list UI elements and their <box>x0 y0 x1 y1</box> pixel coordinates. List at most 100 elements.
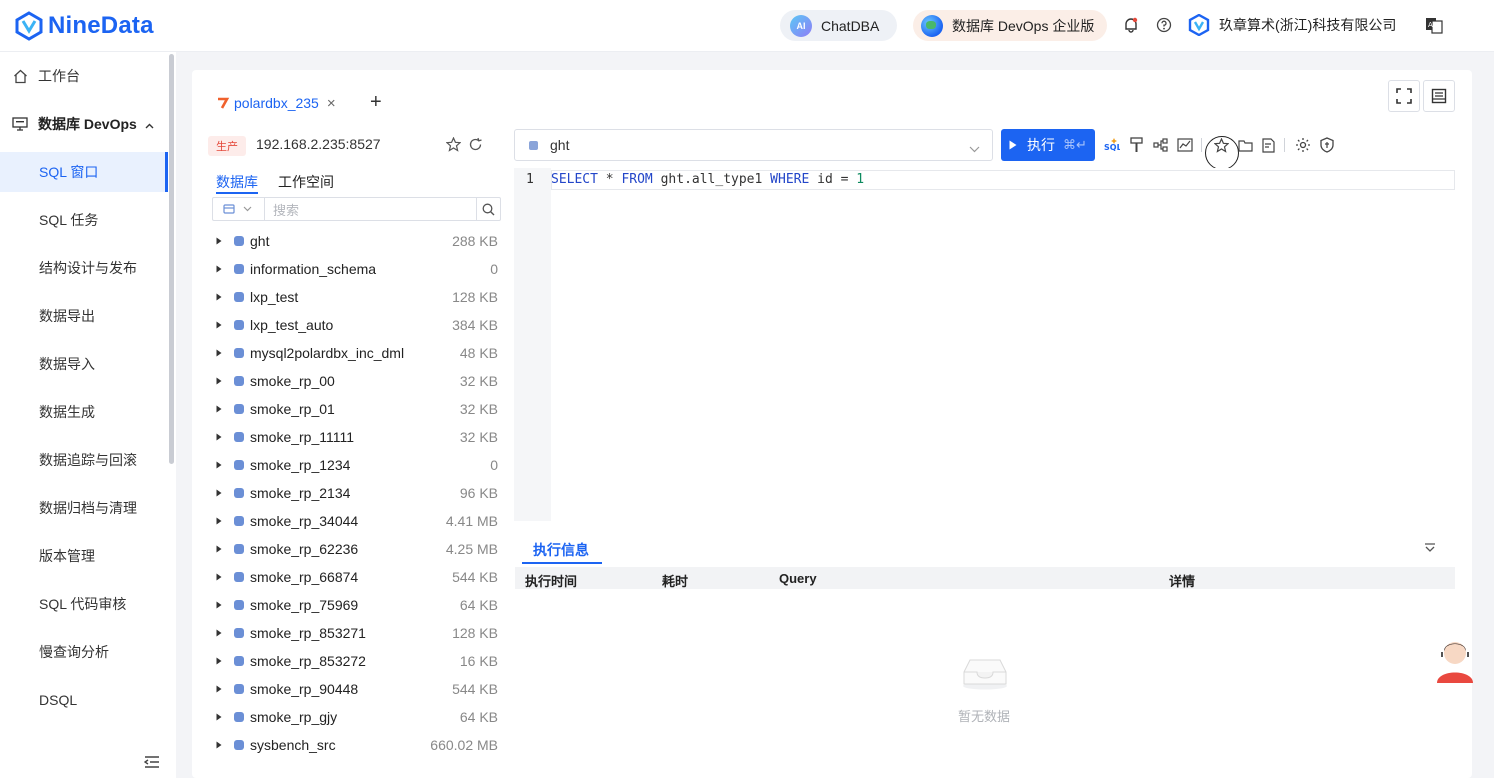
database-row[interactable]: lxp_test_auto 384 KB <box>208 311 502 339</box>
nav-data-archive[interactable]: 数据归档与清理 <box>0 488 168 528</box>
sql-code-line[interactable]: SELECT * FROM ght.all_type1 WHERE id = 1 <box>551 172 864 187</box>
database-row[interactable]: smoke_rp_62236 4.25 MB <box>208 535 502 563</box>
nav-slow-query[interactable]: 慢查询分析 <box>0 632 168 672</box>
sql-editor[interactable] <box>514 168 1455 521</box>
nav-data-export[interactable]: 数据导出 <box>0 296 168 336</box>
chart-icon[interactable] <box>1177 137 1193 153</box>
nav-workbench[interactable]: 工作台 <box>0 56 168 96</box>
database-name: smoke_rp_90448 <box>250 681 359 697</box>
expand-caret-icon[interactable] <box>216 377 224 385</box>
tab-workspace[interactable]: 工作空间 <box>278 172 334 192</box>
brand-logo[interactable]: NineData <box>14 10 154 42</box>
expand-caret-icon[interactable] <box>216 741 224 749</box>
expand-caret-icon[interactable] <box>216 433 224 441</box>
add-tab-button[interactable]: + <box>370 92 386 112</box>
database-size: 96 KB <box>459 485 498 501</box>
nav-data-tracking[interactable]: 数据追踪与回滚 <box>0 440 168 480</box>
expand-caret-icon[interactable] <box>216 321 224 329</box>
expand-caret-icon[interactable] <box>216 461 224 469</box>
nav-item-label: 结构设计与发布 <box>39 260 137 276</box>
tab-databases[interactable]: 数据库 <box>216 172 258 192</box>
close-tab-icon[interactable]: × <box>327 95 336 112</box>
fullscreen-icon <box>1396 88 1412 104</box>
database-row[interactable]: ght 288 KB <box>208 227 502 255</box>
support-avatar-icon[interactable] <box>1435 637 1475 683</box>
database-row[interactable]: smoke_rp_00 32 KB <box>208 367 502 395</box>
file-icon[interactable] <box>1260 137 1276 153</box>
execute-button[interactable]: 执行 ⌘↵ <box>1001 129 1095 161</box>
execute-shortcut: ⌘↵ <box>1063 137 1087 152</box>
devops-edition-button[interactable]: 数据库 DevOps 企业版 <box>913 10 1107 41</box>
expand-caret-icon[interactable] <box>216 629 224 637</box>
nav-sql-review[interactable]: SQL 代码审核 <box>0 584 168 624</box>
nav-data-generation[interactable]: 数据生成 <box>0 392 168 432</box>
refresh-icon[interactable] <box>468 137 484 153</box>
nav-dsql[interactable]: DSQL <box>0 680 168 720</box>
bell-icon[interactable] <box>1122 16 1140 34</box>
expand-caret-icon[interactable] <box>216 293 224 301</box>
nav-workbench-label: 工作台 <box>38 68 80 84</box>
database-row[interactable]: smoke_rp_75969 64 KB <box>208 591 502 619</box>
expand-caret-icon[interactable] <box>216 517 224 525</box>
expand-caret-icon[interactable] <box>216 237 224 245</box>
database-size: 660.02 MB <box>430 737 498 753</box>
collapse-results-icon[interactable] <box>1424 540 1436 552</box>
tab-execution-info[interactable]: 执行信息 <box>533 540 589 560</box>
expand-caret-icon[interactable] <box>216 657 224 665</box>
sidebar-scrollbar[interactable] <box>169 54 174 464</box>
collapse-sidebar-icon[interactable] <box>143 755 160 769</box>
nav-sql-task[interactable]: SQL 任务 <box>0 200 168 240</box>
company-switcher[interactable]: 玖章算术(浙江)科技有限公司 <box>1188 14 1396 36</box>
sql-format-icon[interactable]: SQL <box>1104 137 1120 153</box>
settings-icon[interactable] <box>1295 137 1311 153</box>
layout-button[interactable] <box>1423 80 1455 112</box>
database-name: smoke_rp_00 <box>250 373 335 389</box>
database-icon <box>234 600 244 610</box>
shield-icon[interactable] <box>1319 137 1335 153</box>
database-row[interactable]: sysbench_src 660.02 MB <box>208 731 502 757</box>
expand-caret-icon[interactable] <box>216 405 224 413</box>
nav-group-devops[interactable]: 数据库 DevOps <box>0 104 168 144</box>
database-row[interactable]: smoke_rp_gjy 64 KB <box>208 703 502 731</box>
paint-brush-icon[interactable] <box>1129 137 1145 153</box>
database-row[interactable]: lxp_test 128 KB <box>208 283 502 311</box>
expand-caret-icon[interactable] <box>216 601 224 609</box>
nav-sql-window[interactable]: SQL 窗口 <box>0 152 168 192</box>
expand-caret-icon[interactable] <box>216 685 224 693</box>
database-icon <box>234 628 244 638</box>
chatdba-button[interactable]: AI ChatDBA <box>780 10 897 41</box>
tab-polardbx[interactable]: polardbx_235 × <box>216 92 336 114</box>
sql-text: * <box>597 172 622 187</box>
expand-caret-icon[interactable] <box>216 573 224 581</box>
database-row[interactable]: smoke_rp_11111 32 KB <box>208 423 502 451</box>
database-row[interactable]: smoke_rp_853272 16 KB <box>208 647 502 675</box>
expand-caret-icon[interactable] <box>216 489 224 497</box>
expand-caret-icon[interactable] <box>216 713 224 721</box>
fullscreen-button[interactable] <box>1388 80 1420 112</box>
search-input[interactable]: 搜索 <box>265 200 476 219</box>
nav-schema-design[interactable]: 结构设计与发布 <box>0 248 168 288</box>
translate-icon[interactable]: A <box>1425 16 1443 34</box>
nav-data-import[interactable]: 数据导入 <box>0 344 168 384</box>
help-icon[interactable] <box>1155 16 1173 34</box>
favorite-star-icon[interactable] <box>445 136 462 153</box>
expand-caret-icon[interactable] <box>216 265 224 273</box>
database-row[interactable]: smoke_rp_01 32 KB <box>208 395 502 423</box>
database-row[interactable]: smoke_rp_1234 0 <box>208 451 502 479</box>
database-row[interactable]: smoke_rp_66874 544 KB <box>208 563 502 591</box>
nav-version-management[interactable]: 版本管理 <box>0 536 168 576</box>
database-selector[interactable]: ght <box>514 129 993 161</box>
database-row[interactable]: smoke_rp_853271 128 KB <box>208 619 502 647</box>
expand-caret-icon[interactable] <box>216 545 224 553</box>
expand-caret-icon[interactable] <box>216 349 224 357</box>
database-row[interactable]: smoke_rp_2134 96 KB <box>208 479 502 507</box>
chatdba-label: ChatDBA <box>821 17 880 34</box>
db-type-filter[interactable] <box>213 198 265 220</box>
tree-icon[interactable] <box>1153 137 1169 153</box>
database-row[interactable]: mysql2polardbx_inc_dml 48 KB <box>208 339 502 367</box>
database-row[interactable]: smoke_rp_34044 4.41 MB <box>208 507 502 535</box>
folder-icon[interactable] <box>1237 137 1253 153</box>
search-button[interactable] <box>476 198 500 220</box>
database-row[interactable]: information_schema 0 <box>208 255 502 283</box>
database-row[interactable]: smoke_rp_90448 544 KB <box>208 675 502 703</box>
